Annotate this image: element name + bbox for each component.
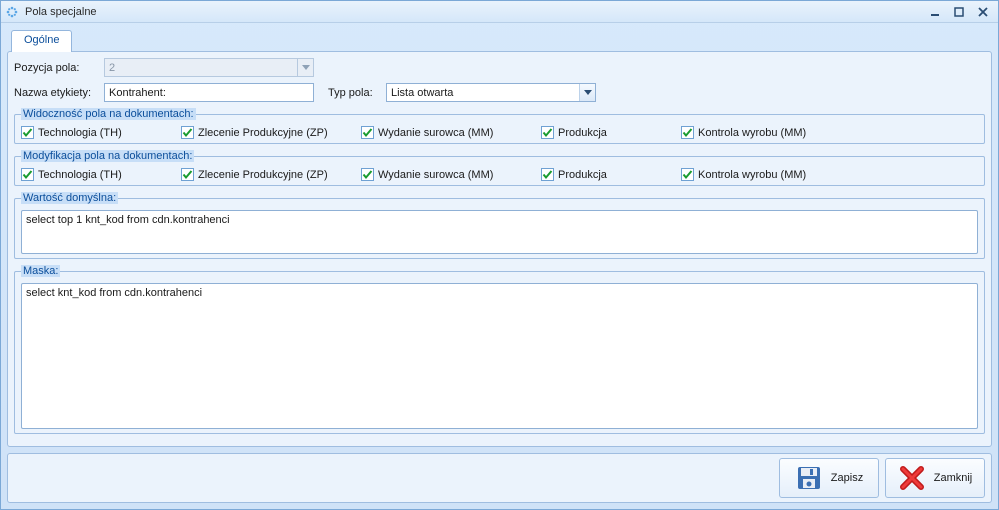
- checkbox-label: Wydanie surowca (MM): [378, 127, 493, 139]
- mask-textarea[interactable]: select knt_kod from cdn.kontrahenci: [21, 283, 978, 429]
- group-visibility: Widoczność pola na dokumentach: Technolo…: [14, 108, 985, 144]
- checkbox-box: [181, 126, 194, 139]
- typ-select[interactable]: Lista otwarta: [386, 83, 596, 102]
- pozycja-label: Pozycja pola:: [14, 62, 104, 74]
- pozycja-select: 2: [104, 58, 314, 77]
- visibility-checkbox-4[interactable]: Kontrola wyrobu (MM): [681, 126, 861, 139]
- checkbox-label: Zlecenie Produkcyjne (ZP): [198, 169, 328, 181]
- default-value-textarea[interactable]: select top 1 knt_kod from cdn.kontrahenc…: [21, 210, 978, 254]
- save-label: Zapisz: [831, 472, 863, 484]
- nazwa-label: Nazwa etykiety:: [14, 87, 104, 99]
- pozycja-value: 2: [109, 62, 115, 74]
- modification-checkbox-0[interactable]: Technologia (TH): [21, 168, 171, 181]
- checkbox-label: Technologia (TH): [38, 169, 122, 181]
- minimize-button[interactable]: [924, 5, 946, 19]
- titlebar: Pola specjalne: [1, 1, 998, 23]
- tab-general[interactable]: Ogólne: [11, 30, 72, 52]
- visibility-legend: Widoczność pola na dokumentach:: [21, 108, 196, 120]
- panel-general: Pozycja pola: 2 Nazwa etykiety: Kontrahe…: [7, 51, 992, 447]
- app-icon: [5, 5, 19, 19]
- mask-legend: Maska:: [21, 265, 60, 277]
- modification-row: Technologia (TH) Zlecenie Produkcyjne (ZP…: [21, 168, 978, 181]
- save-button[interactable]: Zapisz: [779, 458, 879, 498]
- checkbox-label: Kontrola wyrobu (MM): [698, 127, 806, 139]
- visibility-checkbox-0[interactable]: Technologia (TH): [21, 126, 171, 139]
- modification-checkbox-4[interactable]: Kontrola wyrobu (MM): [681, 168, 861, 181]
- close-label: Zamknij: [934, 472, 973, 484]
- checkbox-box: [361, 126, 374, 139]
- checkbox-box: [681, 168, 694, 181]
- modification-legend: Modyfikacja pola na dokumentach:: [21, 150, 194, 162]
- visibility-checkbox-1[interactable]: Zlecenie Produkcyjne (ZP): [181, 126, 351, 139]
- modification-checkbox-3[interactable]: Produkcja: [541, 168, 671, 181]
- checkbox-label: Kontrola wyrobu (MM): [698, 169, 806, 181]
- maximize-button[interactable]: [948, 5, 970, 19]
- window-title: Pola specjalne: [25, 6, 922, 18]
- footer: Zapisz Zamknij: [7, 453, 992, 503]
- nazwa-value: Kontrahent:: [109, 87, 166, 99]
- typ-value: Lista otwarta: [391, 87, 453, 99]
- checkbox-box: [541, 126, 554, 139]
- checkbox-box: [681, 126, 694, 139]
- modification-checkbox-2[interactable]: Wydanie surowca (MM): [361, 168, 531, 181]
- group-default-value: Wartość domyślna: select top 1 knt_kod f…: [14, 192, 985, 259]
- close-icon: [898, 464, 926, 492]
- checkbox-box: [21, 126, 34, 139]
- close-dialog-button[interactable]: Zamknij: [885, 458, 985, 498]
- visibility-checkbox-2[interactable]: Wydanie surowca (MM): [361, 126, 531, 139]
- visibility-row: Technologia (TH) Zlecenie Produkcyjne (ZP…: [21, 126, 978, 139]
- checkbox-box: [541, 168, 554, 181]
- chevron-down-icon[interactable]: [579, 84, 595, 101]
- save-icon: [795, 464, 823, 492]
- close-button[interactable]: [972, 5, 994, 19]
- row-nazwa-typ: Nazwa etykiety: Kontrahent: Typ pola: Li…: [14, 83, 985, 102]
- checkbox-box: [361, 168, 374, 181]
- checkbox-box: [21, 168, 34, 181]
- window: Pola specjalne Ogólne Pozycja pola: 2: [0, 0, 999, 510]
- group-modification: Modyfikacja pola na dokumentach: Technol…: [14, 150, 985, 186]
- checkbox-label: Produkcja: [558, 169, 607, 181]
- checkbox-label: Technologia (TH): [38, 127, 122, 139]
- checkbox-label: Wydanie surowca (MM): [378, 169, 493, 181]
- tabstrip: Ogólne: [7, 29, 992, 51]
- group-mask: Maska: select knt_kod from cdn.kontrahen…: [14, 265, 985, 434]
- client-area: Ogólne Pozycja pola: 2 Nazwa etykiety: K…: [1, 23, 998, 509]
- default-value-legend: Wartość domyślna:: [21, 192, 118, 204]
- visibility-checkbox-3[interactable]: Produkcja: [541, 126, 671, 139]
- row-pozycja: Pozycja pola: 2: [14, 58, 985, 77]
- checkbox-label: Zlecenie Produkcyjne (ZP): [198, 127, 328, 139]
- typ-label: Typ pola:: [314, 87, 386, 99]
- checkbox-label: Produkcja: [558, 127, 607, 139]
- nazwa-input[interactable]: Kontrahent:: [104, 83, 314, 102]
- modification-checkbox-1[interactable]: Zlecenie Produkcyjne (ZP): [181, 168, 351, 181]
- chevron-down-icon: [297, 59, 313, 76]
- checkbox-box: [181, 168, 194, 181]
